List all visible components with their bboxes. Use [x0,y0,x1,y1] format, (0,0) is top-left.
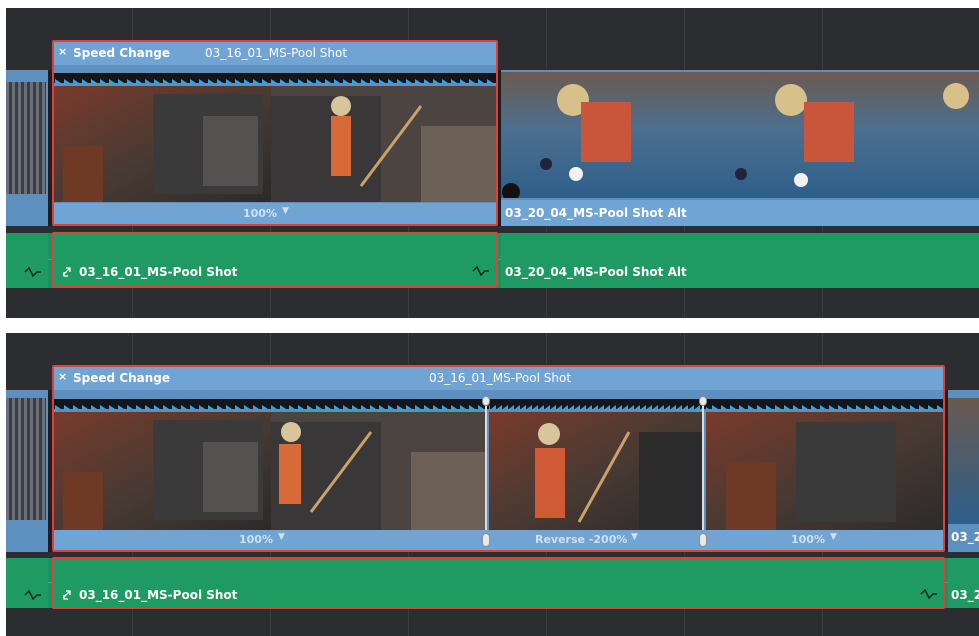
next-video-clip[interactable]: 03_2 [948,390,979,552]
waveform-icon [24,589,41,601]
timeline-panel-bottom: × Speed Change 03_16_01_MS-Pool Shot 100… [6,333,979,636]
next-audio-clip[interactable]: 03_20_04_MS-Pool Shot Alt [501,233,979,288]
next-audio-clip-name: 03_20_04_MS-Pool Shot Alt [505,265,687,279]
selection-outline-video [52,365,945,552]
next-video-clip[interactable]: 03_20_04_MS-Pool Shot Alt [501,70,979,226]
next-audio-clip-name: 03_2 [951,588,979,602]
selection-outline-audio [52,232,498,287]
previous-video-clip[interactable] [6,390,48,552]
previous-clip-thumbnail [6,398,46,520]
previous-video-clip[interactable] [6,70,48,226]
next-clip-name-bar: 03_20_04_MS-Pool Shot Alt [501,200,979,226]
selection-outline-audio [52,557,945,609]
next-clip-thumbnail [948,398,979,524]
timeline-panel-top: × Speed Change 03_16_01_MS-Pool Shot 100… [6,8,979,318]
next-clip-name: 03_2 [951,530,979,544]
waveform-icon [24,266,41,278]
next-clip-thumbnail-frame-2 [706,72,931,198]
next-clip-thumbnail-frame-1 [501,72,706,198]
previous-audio-clip[interactable] [6,558,48,608]
next-clip-thumbnail-frame-3 [931,72,979,198]
previous-clip-thumbnail [6,82,46,194]
next-audio-clip[interactable]: 03_2 [948,558,979,608]
next-clip-name: 03_20_04_MS-Pool Shot Alt [505,206,687,220]
selection-outline-video [52,40,498,226]
previous-audio-clip[interactable] [6,233,48,288]
